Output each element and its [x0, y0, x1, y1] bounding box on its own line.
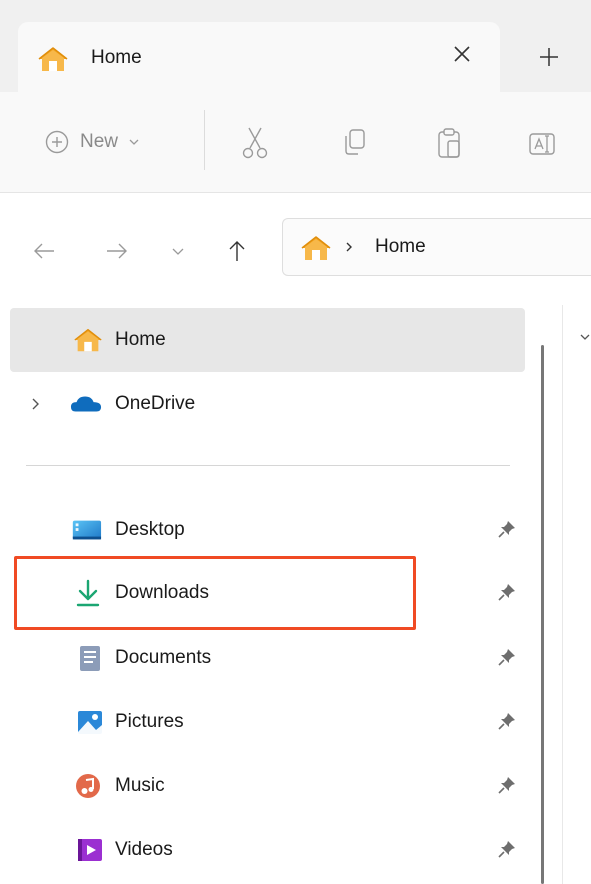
tab-home[interactable]: Home: [18, 22, 500, 92]
copy-icon[interactable]: [340, 126, 370, 160]
paste-icon[interactable]: [434, 126, 464, 160]
documents-icon: [80, 646, 100, 671]
sidebar-item-onedrive[interactable]: OneDrive: [10, 372, 525, 436]
up-arrow-icon[interactable]: [223, 237, 251, 265]
home-icon: [38, 47, 68, 71]
home-icon: [74, 328, 102, 352]
pin-icon[interactable]: [498, 712, 516, 730]
videos-icon: [78, 839, 102, 861]
breadcrumb-chevron-icon[interactable]: [343, 240, 355, 254]
tab-title: Home: [91, 47, 142, 68]
chevron-right-icon[interactable]: [30, 396, 42, 412]
sidebar-item-label: Home: [115, 329, 166, 350]
download-arrow-icon: [76, 579, 100, 607]
pane-splitter[interactable]: [562, 305, 563, 884]
cut-icon[interactable]: [240, 126, 270, 160]
sidebar-divider: [26, 465, 510, 466]
pin-icon[interactable]: [498, 520, 516, 538]
sidebar-item-label: Documents: [115, 647, 212, 668]
chevron-down-icon[interactable]: [578, 330, 591, 346]
pin-icon[interactable]: [498, 648, 516, 666]
chevron-down-icon: [129, 139, 139, 145]
command-bar: New: [0, 92, 591, 193]
sidebar-item-music[interactable]: Music: [10, 754, 525, 818]
desktop-icon: [72, 520, 102, 540]
sidebar-item-label: Videos: [115, 839, 173, 860]
home-icon: [301, 236, 331, 260]
pin-icon[interactable]: [498, 583, 516, 601]
forward-arrow-icon[interactable]: [103, 237, 131, 265]
close-icon[interactable]: [450, 42, 474, 66]
recent-dropdown-icon[interactable]: [164, 237, 192, 265]
pictures-icon: [78, 711, 102, 734]
sidebar-item-desktop[interactable]: Desktop: [10, 498, 525, 562]
sidebar-item-documents[interactable]: Documents: [10, 626, 525, 690]
breadcrumb-home[interactable]: Home: [375, 235, 426, 259]
sidebar-item-pictures[interactable]: Pictures: [10, 690, 525, 754]
sidebar-item-label: Music: [115, 775, 165, 796]
tab-strip: Home: [0, 0, 591, 92]
sidebar-item-videos[interactable]: Videos: [10, 818, 525, 882]
back-arrow-icon[interactable]: [30, 237, 58, 265]
pin-icon[interactable]: [498, 776, 516, 794]
sidebar-item-home[interactable]: Home: [10, 308, 525, 372]
navigation-row: Home: [0, 193, 591, 305]
navigation-scrollbar[interactable]: [541, 345, 544, 884]
sidebar-item-label: Pictures: [115, 711, 184, 732]
new-button[interactable]: New: [44, 124, 140, 160]
onedrive-cloud-icon: [70, 396, 102, 412]
plus-icon[interactable]: [536, 44, 562, 70]
rename-icon[interactable]: [528, 126, 558, 160]
sidebar-item-label: Downloads: [115, 582, 209, 603]
address-bar[interactable]: Home: [282, 218, 591, 276]
music-icon: [76, 774, 100, 798]
pin-icon[interactable]: [498, 840, 516, 858]
sidebar-item-label: Desktop: [115, 519, 185, 540]
toolbar-separator: [204, 110, 205, 170]
add-circle-icon: [45, 130, 69, 154]
sidebar-item-label: OneDrive: [115, 393, 196, 414]
sidebar-item-downloads[interactable]: Downloads: [10, 561, 525, 625]
new-button-label: New: [80, 131, 119, 152]
